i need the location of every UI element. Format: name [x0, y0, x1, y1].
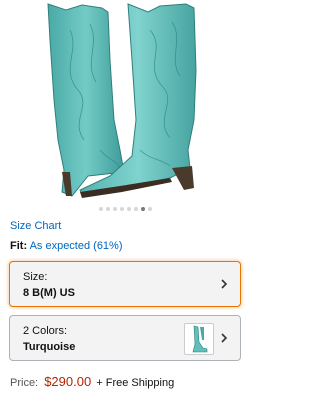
- fit-value-link[interactable]: As expected (61%): [30, 240, 123, 252]
- price-amount: $290.00: [44, 374, 92, 389]
- product-image[interactable]: [0, 0, 250, 202]
- shipping-info: + Free Shipping: [96, 377, 175, 389]
- fit-info: Fit: As expected (61%): [10, 240, 123, 252]
- carousel-dot[interactable]: [98, 207, 103, 211]
- color-selector[interactable]: 2 Colors: Turquoise: [9, 315, 241, 361]
- price-line: Price: $290.00 + Free Shipping: [10, 374, 174, 389]
- carousel-dot[interactable]: [126, 207, 131, 211]
- size-chart-link[interactable]: Size Chart: [10, 220, 61, 232]
- fit-label: Fit:: [10, 240, 28, 252]
- chevron-right-icon: [221, 279, 228, 289]
- chevron-right-icon: [221, 333, 228, 343]
- boot-thumbnail-icon: [192, 325, 208, 353]
- size-selector[interactable]: Size: 8 B(M) US: [9, 261, 241, 307]
- price-label: Price:: [10, 377, 39, 389]
- carousel-dot-active[interactable]: [140, 207, 145, 211]
- carousel-dot[interactable]: [105, 207, 110, 211]
- boots-image: [47, 3, 197, 198]
- size-label: Size:: [23, 271, 48, 283]
- carousel-dot[interactable]: [119, 207, 124, 211]
- color-value: Turquoise: [23, 341, 76, 353]
- carousel-dot[interactable]: [133, 207, 138, 211]
- size-value: 8 B(M) US: [23, 287, 75, 299]
- carousel-dot[interactable]: [147, 207, 152, 211]
- carousel-dot[interactable]: [112, 207, 117, 211]
- color-count-label: 2 Colors:: [23, 325, 68, 337]
- color-thumbnail: [184, 323, 214, 355]
- image-carousel-dots[interactable]: [0, 207, 250, 215]
